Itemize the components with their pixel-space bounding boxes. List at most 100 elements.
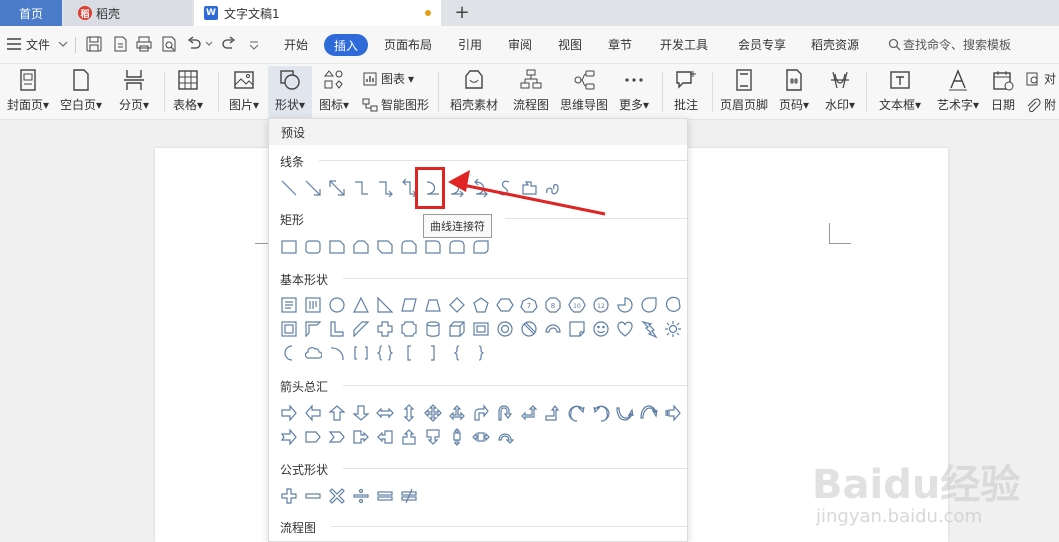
octagon-shape[interactable]: 8 — [541, 294, 565, 316]
undo-icon[interactable] — [185, 35, 203, 53]
menu-references[interactable]: 引用 — [458, 36, 482, 53]
quad-arrow-callout-shape[interactable] — [445, 426, 469, 448]
math-not-equal-shape[interactable] — [397, 485, 421, 507]
plaque-shape[interactable] — [397, 318, 421, 340]
more-button[interactable]: 更多▾ — [606, 68, 662, 113]
right-brace-shape[interactable] — [469, 342, 493, 364]
diagonal-stripe-shape[interactable] — [349, 318, 373, 340]
new-tab-plus-icon[interactable]: + — [452, 2, 472, 23]
line-shape[interactable] — [277, 177, 301, 199]
decagon-shape[interactable]: 10 — [565, 294, 589, 316]
arrow-line-shape[interactable] — [301, 177, 325, 199]
double-bracket-shape[interactable] — [349, 342, 373, 364]
down-arrow-callout-shape[interactable] — [421, 426, 445, 448]
teardrop-shape[interactable] — [637, 294, 661, 316]
triangle-shape[interactable] — [349, 294, 373, 316]
snip-same-side-rectangle-shape[interactable] — [349, 236, 373, 258]
undo-chevron-icon[interactable] — [205, 41, 213, 47]
double-brace-shape[interactable] — [373, 342, 397, 364]
search-command-input[interactable]: 查找命令、搜索模板 — [903, 36, 1011, 53]
math-multiply-shape[interactable] — [325, 485, 349, 507]
right-triangle-shape[interactable] — [373, 294, 397, 316]
hexagon-shape[interactable] — [493, 294, 517, 316]
daoke-material-button[interactable]: 稻壳素材 — [444, 68, 504, 113]
snip-round-rectangle-shape[interactable] — [397, 236, 421, 258]
cover-page-button[interactable]: 封面页▾ — [0, 68, 56, 113]
math-divide-shape[interactable] — [349, 485, 373, 507]
comment-button[interactable]: 批注 — [658, 68, 714, 113]
left-arrow-callout-shape[interactable] — [373, 426, 397, 448]
can-shape[interactable] — [421, 318, 445, 340]
math-minus-shape[interactable] — [301, 485, 325, 507]
round-diagonal-rectangle-shape[interactable] — [469, 236, 493, 258]
curved-down-arrow-shape[interactable] — [637, 402, 661, 424]
left-right-arrow-shape[interactable] — [373, 402, 397, 424]
frame-shape[interactable] — [277, 318, 301, 340]
no-symbol-shape[interactable] — [517, 318, 541, 340]
mindmap-button[interactable]: 思维导图 — [556, 68, 612, 113]
watermark-button[interactable]: 水印▾ — [812, 68, 868, 113]
chart-button[interactable]: 图表 ▾ — [362, 70, 414, 87]
quad-arrow-shape[interactable] — [421, 402, 445, 424]
double-arrow-line-shape[interactable] — [325, 177, 349, 199]
icon-button[interactable]: 图标▾ — [306, 68, 362, 113]
up-down-arrow-shape[interactable] — [397, 402, 421, 424]
menu-page-layout[interactable]: 页面布局 — [384, 36, 432, 53]
cloud-shape[interactable] — [301, 342, 325, 364]
pie-shape[interactable] — [613, 294, 637, 316]
elbow-connector-shape[interactable] — [349, 177, 373, 199]
cube-shape[interactable] — [445, 318, 469, 340]
object-button[interactable]: 对 — [1025, 70, 1056, 87]
redo-icon[interactable] — [220, 35, 238, 53]
page-break-button[interactable]: 分页▾ — [106, 68, 162, 113]
hamburger-menu-icon[interactable] — [6, 37, 22, 51]
table-button[interactable]: 表格▾ — [160, 68, 216, 113]
textbox-shape[interactable] — [277, 294, 301, 316]
tab-document[interactable]: W 文字文稿1 — [194, 0, 441, 26]
left-right-arrow-callout-shape[interactable] — [469, 426, 493, 448]
search-icon[interactable] — [888, 38, 901, 51]
rectangle-shape[interactable] — [277, 236, 301, 258]
round-same-side-rectangle-shape[interactable] — [445, 236, 469, 258]
right-arrow-callout-shape[interactable] — [349, 426, 373, 448]
heart-shape[interactable] — [613, 318, 637, 340]
heptagon-shape[interactable]: 7 — [517, 294, 541, 316]
textbox-button[interactable]: 文本框▾ — [872, 68, 928, 113]
chevron-shape[interactable] — [325, 426, 349, 448]
blank-page-button[interactable]: 空白页▾ — [53, 68, 109, 113]
half-frame-shape[interactable] — [301, 318, 325, 340]
menu-start[interactable]: 开始 — [284, 36, 308, 53]
curved-up-arrow-shape[interactable] — [613, 402, 637, 424]
quick-access-more-icon[interactable] — [248, 39, 260, 51]
vertical-textbox-shape[interactable] — [301, 294, 325, 316]
menu-review[interactable]: 审阅 — [508, 36, 532, 53]
notched-right-arrow-shape[interactable] — [277, 426, 301, 448]
chord-shape[interactable] — [661, 294, 685, 316]
menu-developer[interactable]: 开发工具 — [660, 36, 708, 53]
bent-arrow-shape[interactable] — [469, 402, 493, 424]
elbow-arrow-connector-shape[interactable] — [373, 177, 397, 199]
pentagon-shape[interactable] — [469, 294, 493, 316]
up-arrow-callout-shape[interactable] — [397, 426, 421, 448]
left-bracket-shape[interactable] — [397, 342, 421, 364]
menu-member[interactable]: 会员专享 — [738, 36, 786, 53]
right-arrow-shape[interactable] — [277, 402, 301, 424]
smartart-button[interactable]: 智能图形 — [362, 96, 429, 113]
menu-view[interactable]: 视图 — [558, 36, 582, 53]
up-arrow-shape[interactable] — [325, 402, 349, 424]
attachment-button[interactable]: 附 — [1025, 96, 1056, 113]
menu-insert-active[interactable]: 插入 — [324, 34, 368, 56]
smiley-face-shape[interactable] — [589, 318, 613, 340]
bent-up-arrow-shape[interactable] — [541, 402, 565, 424]
bevel-shape[interactable] — [469, 318, 493, 340]
tab-daoke[interactable]: 稻 稻壳 — [64, 0, 192, 26]
menu-daoke-resources[interactable]: 稻壳资源 — [811, 36, 859, 53]
folded-corner-shape[interactable] — [565, 318, 589, 340]
date-button[interactable]: 日期 — [976, 68, 1030, 113]
lightning-bolt-shape[interactable] — [637, 318, 661, 340]
snip-diagonal-rectangle-shape[interactable] — [373, 236, 397, 258]
tab-home[interactable]: 首页 — [0, 0, 62, 26]
left-up-arrow-shape[interactable] — [517, 402, 541, 424]
arc-shape[interactable] — [325, 342, 349, 364]
donut-shape[interactable] — [493, 318, 517, 340]
